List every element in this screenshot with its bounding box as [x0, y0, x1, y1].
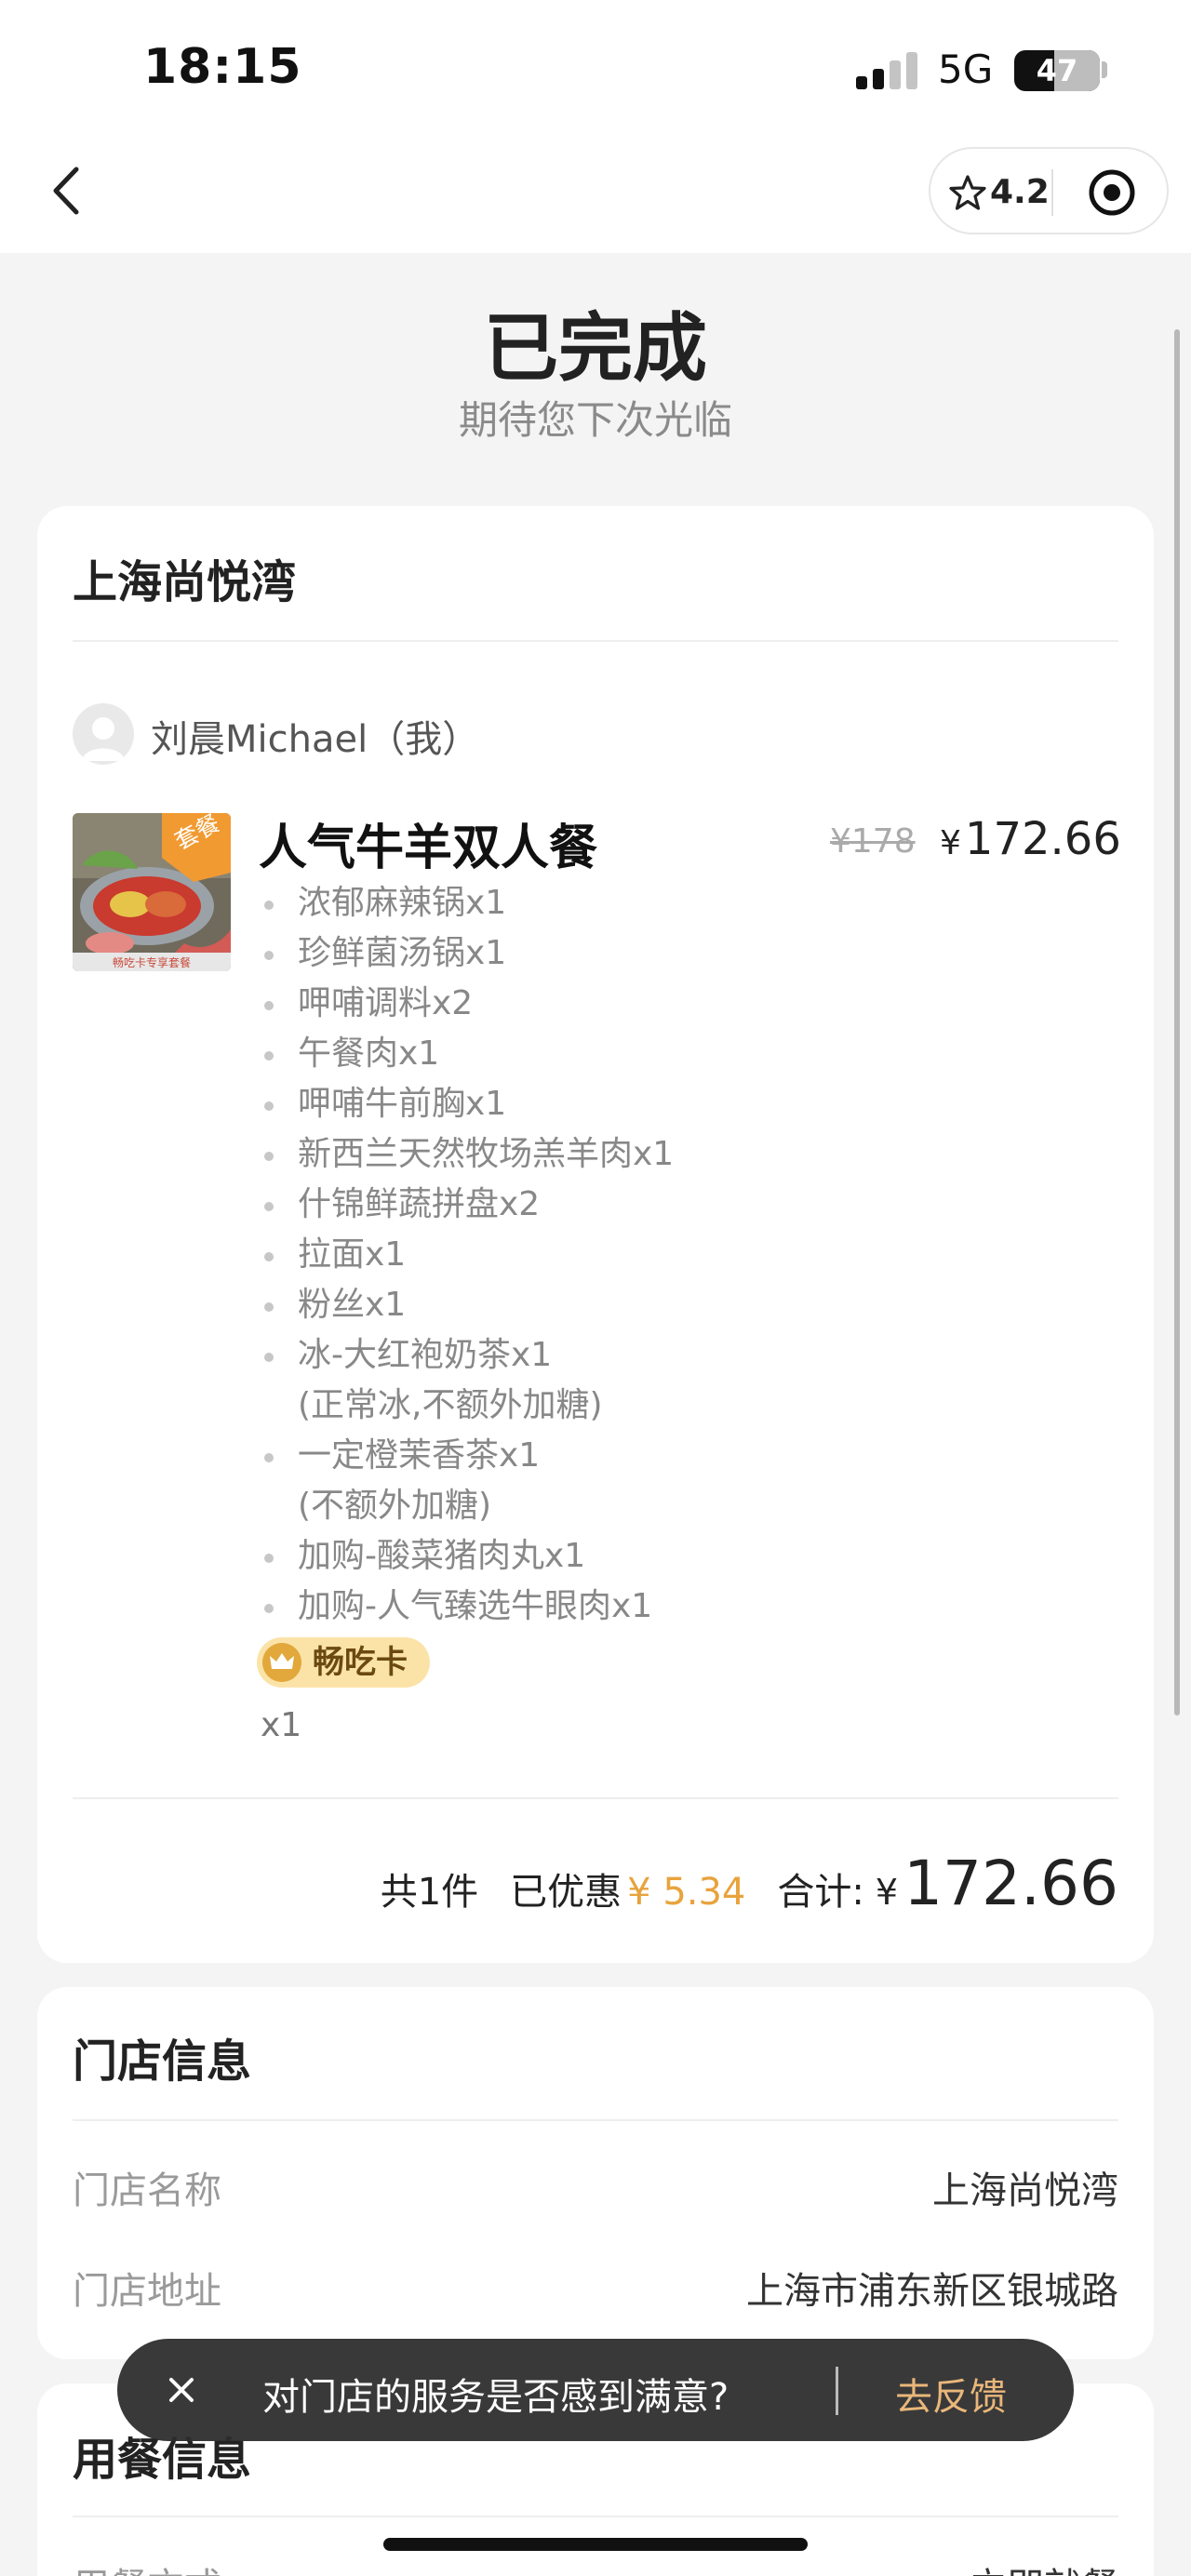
discount-label: 已优惠: [510, 1871, 622, 1914]
sub-item-note: (不额外加糖): [298, 1487, 492, 1525]
sub-item-text: 呷哺调料x2: [298, 984, 474, 1022]
sub-item: 呷哺调料x2: [261, 979, 1098, 1029]
sub-item: 午餐肉x1: [261, 1029, 1098, 1079]
store-name-value: 上海尚悦湾: [932, 2169, 1118, 2212]
divider: [73, 2119, 1118, 2121]
star-icon[interactable]: [949, 174, 986, 211]
divider: [73, 1797, 1118, 1799]
total-label: 合计:: [777, 1871, 864, 1914]
vip-card-tag: 畅吃卡: [257, 1637, 430, 1688]
divider: [73, 640, 1118, 642]
home-indicator[interactable]: [383, 2538, 808, 2551]
target-icon[interactable]: [1087, 167, 1137, 218]
mini-program-capsule: 4.2: [929, 147, 1169, 234]
store-address-key: 门店地址: [73, 2270, 221, 2313]
store-rating[interactable]: 4.2: [990, 173, 1050, 211]
order-status-subtitle: 期待您下次光临: [458, 397, 732, 443]
item-count: 共1件: [380, 1871, 479, 1914]
order-detail-page: 18:15 5G 47 4.2 已完成 期待您下次光临 上海尚悦湾 刘晨Mich…: [0, 0, 1191, 2576]
sub-item: 新西兰天然牧场羔羊肉x1: [261, 1129, 1098, 1180]
status-time: 18:15: [143, 39, 302, 95]
feedback-toast: 对门店的服务是否感到满意? 去反馈: [117, 2339, 1074, 2441]
item-name[interactable]: 人气牛羊双人餐: [259, 808, 597, 878]
sub-item-text: 加购-人气臻选牛眼肉x1: [298, 1587, 653, 1625]
sub-item-text: 加购-酸菜猪肉丸x1: [298, 1537, 586, 1575]
battery-icon: 47: [1014, 50, 1100, 91]
order-status-title: 已完成: [484, 305, 707, 392]
order-summary: 共1件 已优惠 ¥ 5.34 合计: ¥ 172.66: [381, 1848, 1118, 1919]
sub-item-list: 浓郁麻辣锅x1 珍鲜菌汤锅x1 呷哺调料x2 午餐肉x1 呷哺牛前胸x1 新西兰天然牧场羔…: [261, 878, 1098, 1632]
sub-item-text: 拉面x1: [298, 1235, 407, 1274]
signal-icon: [856, 52, 917, 89]
nav-bar: 4.2: [0, 130, 1191, 253]
dining-method-key: 用餐方式: [73, 2556, 221, 2576]
sub-item: 珍鲜菌汤锅x1: [261, 928, 1098, 979]
toast-divider: [836, 2367, 838, 2415]
sub-item: 呷哺牛前胸x1: [261, 1079, 1098, 1129]
capsule-divider: [1051, 169, 1053, 216]
sub-item: 加购-人气臻选牛眼肉x1: [261, 1582, 1098, 1632]
svg-text:畅吃卡专享套餐: 畅吃卡专享套餐: [113, 955, 191, 969]
discount-value: ¥ 5.34: [627, 1871, 746, 1914]
store-info-card: 门店信息 门店名称 上海尚悦湾 门店地址 上海市浦东新区银城路: [37, 1987, 1154, 2359]
store-address-value: 上海市浦东新区银城路: [746, 2270, 1118, 2313]
divider: [73, 2516, 1118, 2517]
hotpot-image: 套餐 畅吃卡专享套餐: [73, 813, 231, 971]
scrollbar[interactable]: [1174, 329, 1180, 1715]
total-value: 172.66: [903, 1848, 1118, 1919]
sub-item: 拉面x1: [261, 1230, 1098, 1280]
sub-item: 粉丝x1: [261, 1280, 1098, 1330]
network-label: 5G: [938, 47, 994, 92]
sub-item-text: 粉丝x1: [298, 1286, 407, 1324]
original-price: ¥178: [830, 822, 916, 861]
close-icon[interactable]: [162, 2370, 201, 2409]
item-price-value: 172.66: [964, 813, 1121, 865]
order-card: 上海尚悦湾 刘晨Michael（我） 套餐 畅吃卡专享套餐 人气牛羊双人餐 ¥1…: [37, 506, 1154, 1963]
sub-item-text: 一定橙茉香茶x1: [298, 1436, 541, 1475]
item-thumbnail[interactable]: 套餐 畅吃卡专享套餐: [73, 813, 231, 971]
item-price: ¥172.66: [940, 813, 1121, 865]
feedback-question: 对门店的服务是否感到满意?: [262, 2376, 729, 2419]
vip-tag-label: 畅吃卡: [313, 1644, 408, 1681]
user-name: 刘晨Michael（我）: [151, 718, 480, 761]
sub-item-text: 珍鲜菌汤锅x1: [298, 934, 507, 972]
sub-item: 一定橙茉香茶x1 (不额外加糖): [261, 1431, 1098, 1531]
store-info-title: 门店信息: [73, 2035, 252, 2088]
battery-cap: [1102, 61, 1107, 78]
sub-item-text: 浓郁麻辣锅x1: [298, 884, 507, 922]
sub-item: 冰-大红袍奶茶x1 (正常冰,不额外加糖): [261, 1330, 1098, 1431]
sub-item-text: 什锦鲜蔬拼盘x2: [298, 1185, 541, 1223]
sub-item-text: 呷哺牛前胸x1: [298, 1085, 507, 1123]
sub-item: 浓郁麻辣锅x1: [261, 878, 1098, 928]
sub-item: 加购-酸菜猪肉丸x1: [261, 1531, 1098, 1582]
sub-item: 什锦鲜蔬拼盘x2: [261, 1180, 1098, 1230]
crown-icon: [262, 1643, 301, 1682]
store-name-key: 门店名称: [73, 2169, 221, 2212]
sub-item-text: 新西兰天然牧场羔羊肉x1: [298, 1135, 675, 1173]
sub-item-text: 冰-大红袍奶茶x1: [298, 1336, 553, 1374]
status-bar: 18:15 5G 47: [0, 0, 1191, 130]
sub-item-text: 午餐肉x1: [298, 1034, 440, 1073]
dining-method-value: 立即就餐: [970, 2556, 1118, 2576]
back-icon[interactable]: [37, 158, 102, 223]
currency-symbol: ¥: [940, 824, 961, 862]
total-currency-symbol: ¥: [875, 1872, 899, 1913]
item-quantity: x1: [261, 1706, 302, 1744]
avatar: [73, 703, 134, 765]
sub-item-note: (正常冰,不额外加糖): [298, 1386, 603, 1424]
battery-level: 47: [1036, 53, 1078, 88]
feedback-button[interactable]: 去反馈: [895, 2367, 1007, 2421]
store-name: 上海尚悦湾: [73, 556, 297, 608]
user-icon: [82, 717, 125, 761]
